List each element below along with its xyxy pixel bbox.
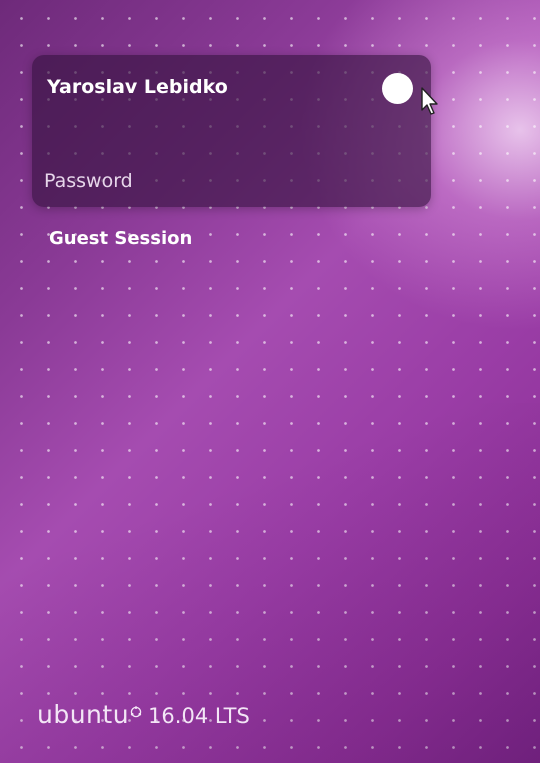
ubuntu-branding: ubuntu 16.04 LTS [37, 700, 250, 729]
version-label: 16.04 LTS [148, 704, 250, 728]
mouse-pointer-icon [421, 87, 438, 115]
guest-session-option[interactable]: Guest Session [49, 228, 192, 249]
session-options-button[interactable] [382, 73, 413, 104]
login-card: Yaroslav Lebidko [32, 55, 431, 207]
user-name-label: Yaroslav Lebidko [47, 76, 228, 98]
ubuntu-logo-text: ubuntu [37, 700, 130, 729]
password-input[interactable] [44, 167, 414, 195]
ubuntu-circle-of-friends-icon [130, 706, 142, 718]
